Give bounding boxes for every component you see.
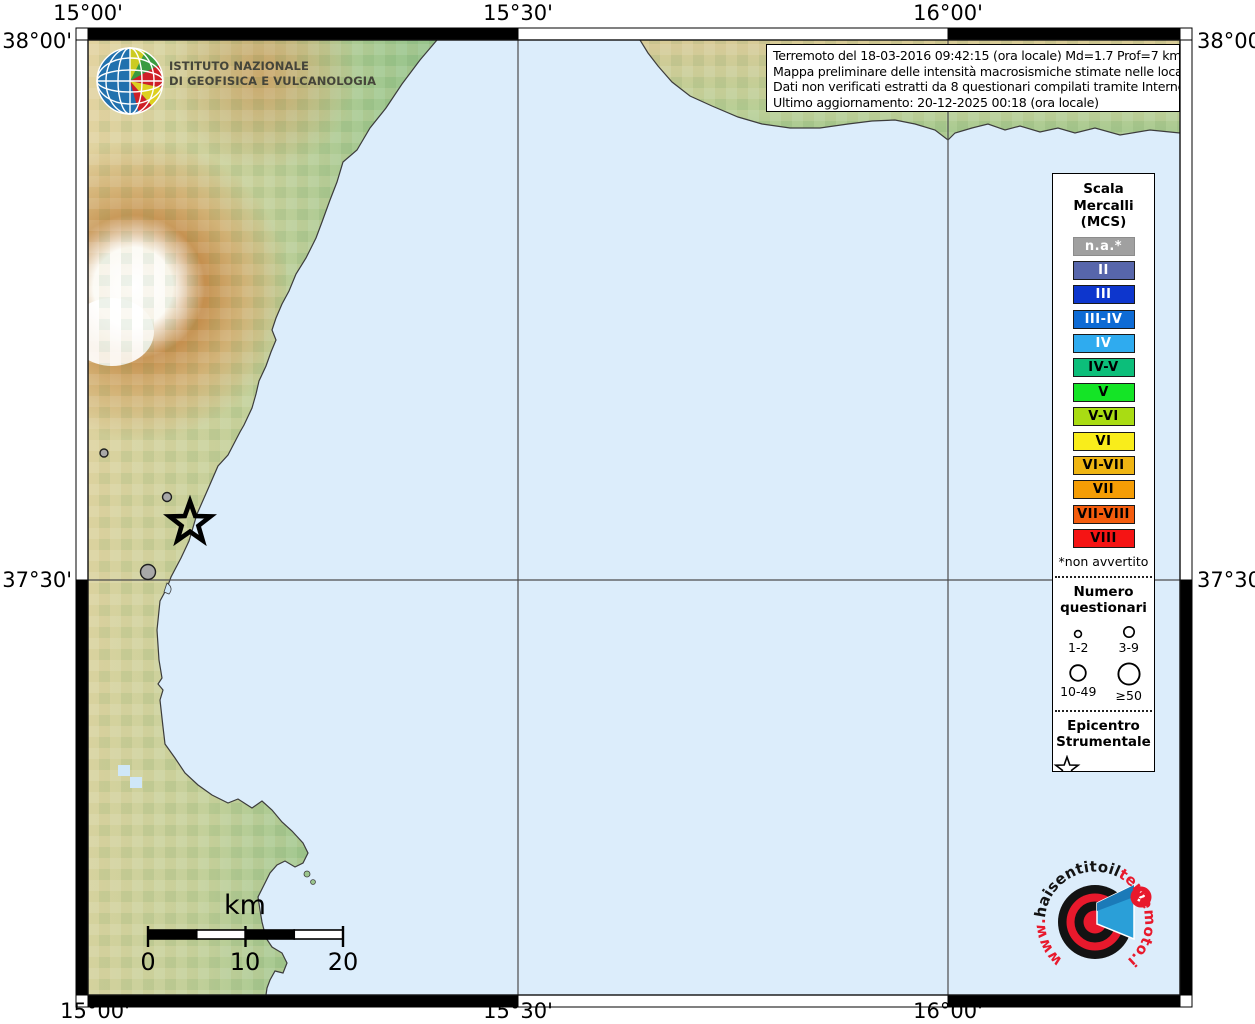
mcs-scale-na: n.a.*: [1073, 237, 1135, 256]
mcs-scale-iv: IV: [1073, 334, 1135, 353]
mcs-scale-vii-viii: VII-VIII: [1073, 505, 1135, 524]
ingv-logo-globe: [97, 48, 164, 114]
ingv-org-line1: ISTITUTO NAZIONALE: [169, 59, 376, 74]
size-label-3-9: 3-9: [1119, 641, 1139, 655]
axis-label-bottom-right: 16°00': [913, 999, 983, 1023]
epicenter-star-symbol: [1053, 755, 1154, 772]
mcs-scale-iv-v: IV-V: [1073, 358, 1135, 377]
scalebar-tick-10: 10: [230, 948, 261, 976]
earthquake-info-box: Terremoto del 18-03-2016 09:42:15 (ora l…: [766, 44, 1180, 112]
mcs-scale-vi: VI: [1073, 432, 1135, 451]
ingv-org-line2: DI GEOFISICA E VULCANOLOGIA: [169, 74, 376, 89]
mcs-scale-viii: VIII: [1073, 529, 1135, 548]
axis-label-bottom-left: 15°00': [60, 999, 130, 1023]
scalebar-unit-label: km: [224, 890, 266, 921]
size-item-3-9: 3-9: [1104, 621, 1155, 655]
axis-label-left-3730: 37°30': [0, 568, 72, 592]
axis-label-top-right: 16°00': [913, 1, 983, 25]
legend-title-line3: (MCS): [1053, 214, 1154, 231]
epicenter-title-line2: Strumentale: [1053, 734, 1154, 751]
info-line-updated: Ultimo aggiornamento: 20-12-2025 00:18 (…: [773, 95, 1174, 111]
legend-footnote: *non avvertito: [1053, 554, 1154, 569]
mcs-scale-iii: III: [1073, 285, 1135, 304]
epicenter-legend-title: Epicentro Strumentale: [1053, 718, 1154, 751]
mcs-scale-vii: VII: [1073, 480, 1135, 499]
info-line-data: Dati non verificati estratti da 8 questi…: [773, 79, 1174, 95]
legend-divider: [1055, 576, 1152, 578]
size-label-1-2: 1-2: [1068, 641, 1088, 655]
lake: [130, 777, 142, 788]
intensity-marker: [141, 565, 156, 580]
epicenter-title-line1: Epicentro: [1053, 718, 1154, 735]
mcs-scale-list: n.a.* II III III-IV IV IV-V V V-VI VI VI…: [1053, 237, 1154, 549]
axis-label-right-38: 38°00': [1197, 29, 1255, 53]
axis-label-bottom-center: 15°30': [483, 999, 553, 1023]
size-item-10-49: 10-49: [1053, 661, 1104, 703]
mcs-scale-vi-vii: VI-VII: [1073, 456, 1135, 475]
info-line-event: Terremoto del 18-03-2016 09:42:15 (ora l…: [773, 48, 1174, 64]
axis-label-right-3730: 37°30': [1197, 568, 1255, 592]
size-circle-10-49: [1068, 661, 1088, 683]
axis-label-top-center: 15°30': [483, 1, 553, 25]
questionnaire-title-line1: Numero: [1053, 584, 1154, 601]
axis-label-left-38: 38°00': [0, 29, 72, 53]
size-label-10-49: 10-49: [1060, 685, 1096, 699]
legend-title-line1: Scala: [1053, 181, 1154, 198]
legend-title: Scala Mercalli (MCS): [1053, 181, 1154, 231]
ingv-logo-text: ISTITUTO NAZIONALE DI GEOFISICA E VULCAN…: [169, 59, 376, 88]
mcs-scale-ii: II: [1073, 261, 1135, 280]
axis-label-top-left: 15°00': [53, 1, 123, 25]
size-circle-3-9: [1122, 621, 1136, 639]
islet: [304, 871, 310, 877]
size-circle-50plus: [1116, 661, 1142, 687]
scalebar-tick-0: 0: [140, 948, 155, 976]
mcs-scale-iii-iv: III-IV: [1073, 310, 1135, 329]
info-line-map: Mappa preliminare delle intensità macros…: [773, 64, 1174, 80]
size-item-1-2: 1-2: [1053, 621, 1104, 655]
intensity-marker: [163, 493, 172, 502]
size-item-50plus: ≥50: [1104, 661, 1155, 703]
intensity-marker: [100, 449, 108, 457]
mcs-scale-v: V: [1073, 383, 1135, 402]
legend-panel: Scala Mercalli (MCS) n.a.* II III III-IV…: [1052, 173, 1155, 772]
questionnaire-title-line2: questionari: [1053, 600, 1154, 617]
legend-title-line2: Mercalli: [1053, 198, 1154, 215]
questionnaire-legend-title: Numero questionari: [1053, 584, 1154, 617]
scalebar-tick-20: 20: [328, 948, 359, 976]
size-circle-1-2: [1073, 621, 1083, 639]
size-label-50plus: ≥50: [1116, 689, 1142, 703]
questionnaire-size-legend: 1-2 3-9 10-49 ≥50: [1053, 621, 1154, 703]
legend-divider: [1055, 710, 1152, 712]
islet: [311, 880, 316, 885]
mcs-scale-v-vi: V-VI: [1073, 407, 1135, 426]
lake: [118, 765, 130, 776]
seismic-intensity-map-page: ? www.haisentitoilterremoto.it 15°00' 15…: [0, 0, 1255, 1024]
